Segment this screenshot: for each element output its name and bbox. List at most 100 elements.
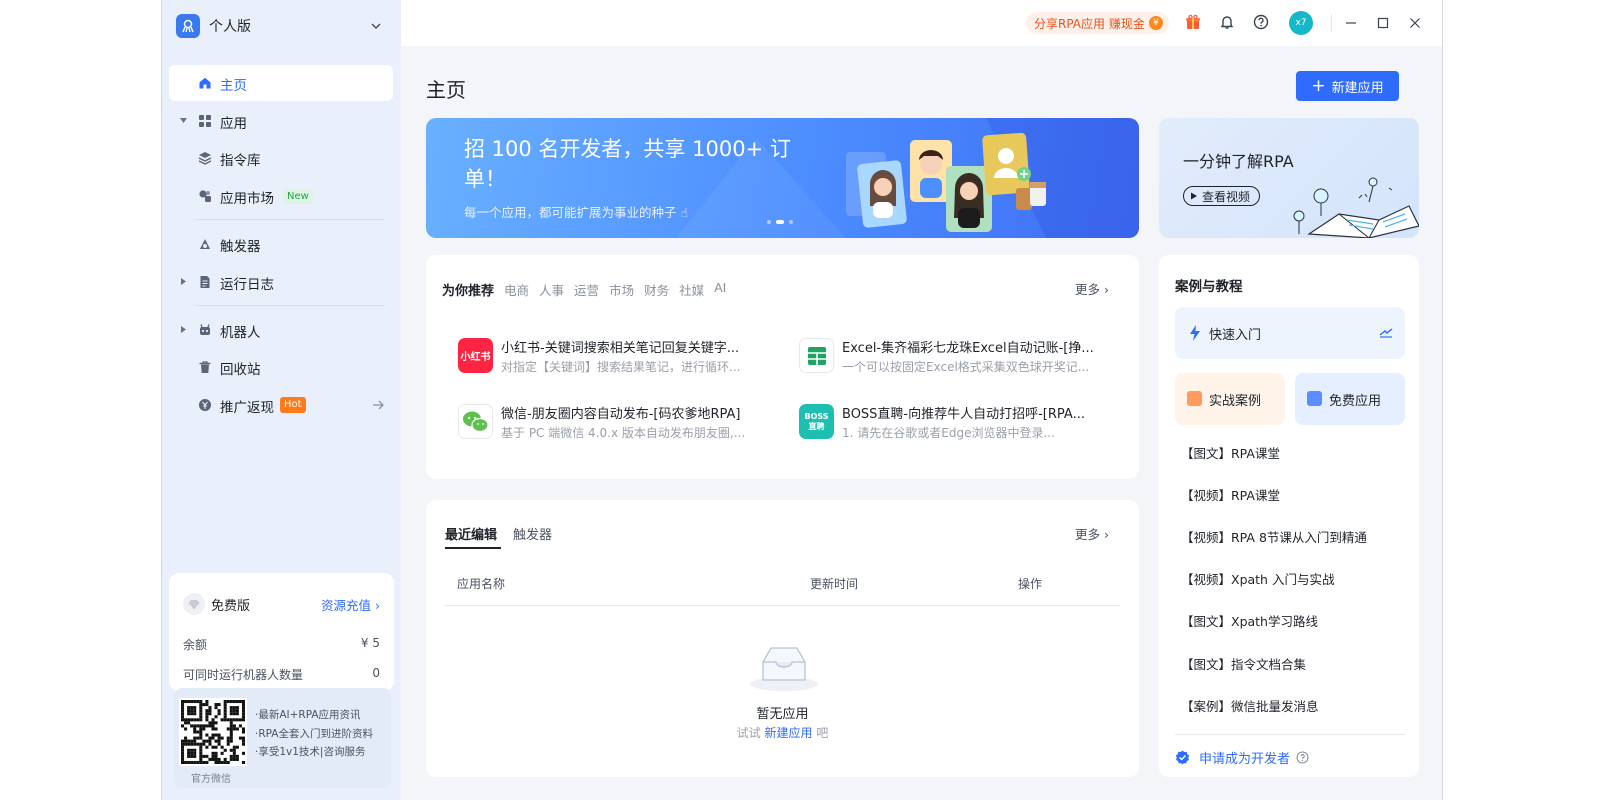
tutorial-link[interactable]: 【图文】指令文档合集 — [1181, 642, 1367, 684]
gift-icon[interactable] — [1185, 14, 1201, 30]
close-icon[interactable] — [1409, 17, 1421, 29]
qr-module — [229, 739, 233, 743]
qr-module — [241, 736, 245, 740]
recharge-link[interactable]: 资源充值 › — [321, 595, 380, 614]
tab-marketing[interactable]: 市场 — [609, 280, 634, 299]
tab-recent-edits[interactable]: 最近编辑 — [445, 524, 497, 543]
watch-video-label: 查看视频 — [1202, 189, 1251, 204]
watch-video-button[interactable]: 查看视频 — [1183, 186, 1261, 206]
tab-finance[interactable]: 财务 — [644, 280, 669, 299]
carousel-dot[interactable] — [789, 220, 793, 224]
share-label: 分享RPA应用 赚现金 — [1034, 16, 1145, 31]
qr-module — [202, 727, 206, 731]
qr-module — [208, 724, 212, 728]
qr-module — [190, 742, 194, 746]
qr-module — [187, 760, 191, 764]
app-window: 个人版 主页 应用 指令库 应用市场 New 触发器 运行日志 机器人 回收站 … — [161, 0, 1443, 800]
bell-icon[interactable] — [1219, 14, 1235, 30]
qr-benefit: ·最新AI+RPA应用资讯 — [255, 709, 361, 721]
recent-more-link[interactable]: 更多 › — [1075, 524, 1109, 543]
help-icon[interactable] — [1253, 14, 1269, 30]
qr-module — [193, 739, 197, 743]
practical-cases-button[interactable]: 实战案例 — [1175, 373, 1285, 425]
maximize-icon[interactable] — [1377, 17, 1389, 29]
sidebar-item-promo[interactable]: 推广返现 Hot — [169, 387, 393, 423]
sidebar-item-home[interactable]: 主页 — [169, 65, 393, 101]
qr-module — [214, 733, 218, 737]
qr-module — [193, 712, 197, 716]
recommend-more-link[interactable]: 更多 › — [1075, 279, 1109, 298]
tab-triggers[interactable]: 触发器 — [513, 524, 552, 543]
recommended-app-card[interactable]: 微信-朋友圈内容自动发布-[码农爹地RPA] 基于 PC 端微信 4.0.x 版… — [458, 402, 778, 442]
sidebar-item-recycle[interactable]: 回收站 — [169, 349, 393, 385]
recommended-app-card[interactable]: BOSS直聘 BOSS直聘-向推荐牛人自动打招呼-[RPA... 1. 请先在谷… — [799, 402, 1119, 442]
tutorial-link[interactable]: 【图文】Xpath学习路线 — [1181, 600, 1367, 642]
minimize-icon[interactable] — [1345, 17, 1357, 29]
apps-grid-icon — [198, 114, 212, 128]
sidebar-nav: 主页 应用 指令库 应用市场 New 触发器 运行日志 机器人 回收站 推广返现… — [169, 65, 393, 425]
sidebar-item-apps[interactable]: 应用 — [169, 103, 393, 139]
tutorial-link[interactable]: 【视频】RPA 8节课从入门到精通 — [1181, 515, 1367, 557]
carousel-dot[interactable] — [767, 220, 771, 224]
tab-ai[interactable]: AI — [714, 280, 726, 299]
rpa-intro-card[interactable]: 一分钟了解RPA 查看视频 — [1159, 118, 1419, 238]
qr-module — [232, 724, 236, 728]
create-app-link[interactable]: 新建应用 — [764, 726, 812, 740]
sidebar-item-robots[interactable]: 机器人 — [169, 312, 393, 348]
tab-for-you[interactable]: 为你推荐 — [442, 280, 494, 299]
recommended-app-card[interactable]: Excel-集齐福彩七龙珠Excel自动记账-[挣... 一个可以按固定Exce… — [799, 336, 1119, 376]
sidebar-item-label: 主页 — [220, 78, 247, 94]
qr-module — [238, 700, 242, 704]
qr-module — [235, 700, 239, 704]
qr-module — [235, 727, 239, 731]
qr-module — [217, 709, 221, 713]
quick-start-button[interactable]: 快速入门 — [1175, 307, 1405, 359]
tab-ecommerce[interactable]: 电商 — [504, 280, 529, 299]
hot-badge: Hot — [280, 397, 306, 414]
qr-module — [214, 760, 218, 764]
carousel-dots[interactable] — [767, 220, 793, 224]
apply-developer-link[interactable]: 申请成为开发者 — [1175, 748, 1309, 767]
free-apps-button[interactable]: 免费应用 — [1295, 373, 1405, 425]
qr-module — [226, 727, 230, 731]
tutorial-link[interactable]: 【视频】Xpath 入门与实战 — [1181, 558, 1367, 600]
cases-panel: 案例与教程 快速入门 实战案例 免费应用 【图文】RPA课堂 【视频】RPA课堂… — [1159, 255, 1419, 777]
tutorial-link[interactable]: 【案例】微信批量发消息 — [1181, 684, 1367, 726]
qr-module — [229, 733, 233, 737]
qr-module — [220, 751, 224, 755]
new-app-button[interactable]: + 新建应用 — [1296, 71, 1399, 101]
sidebar-item-triggers[interactable]: 触发器 — [169, 226, 393, 262]
caret-right-icon[interactable] — [179, 277, 188, 286]
question-icon[interactable] — [1296, 751, 1309, 764]
tab-hr[interactable]: 人事 — [539, 280, 564, 299]
sidebar-item-label: 应用市场 — [220, 191, 274, 208]
new-badge: New — [283, 189, 313, 205]
column-header-name: 应用名称 — [457, 577, 506, 591]
qr-module — [232, 757, 236, 761]
sidebar-item-market[interactable]: 应用市场 New — [169, 178, 393, 214]
tab-social[interactable]: 社媒 — [679, 280, 704, 299]
avatar[interactable]: x7 — [1289, 11, 1313, 35]
sidebar-item-commands[interactable]: 指令库 — [169, 140, 393, 176]
qr-module — [223, 709, 227, 713]
edition-switcher[interactable]: 个人版 — [176, 12, 388, 40]
recommended-app-card[interactable]: 小红书 小红书-关键词搜索相关笔记回复关键字... 对指定【关键词】搜索结果笔记… — [458, 336, 778, 376]
qr-module — [199, 709, 203, 713]
share-earn-button[interactable]: 分享RPA应用 赚现金 ¥ — [1026, 12, 1169, 34]
qr-module — [199, 736, 203, 740]
carousel-dot-active[interactable] — [776, 220, 784, 224]
sidebar-item-logs[interactable]: 运行日志 — [169, 264, 393, 300]
qr-module — [205, 718, 209, 722]
qr-module — [205, 715, 209, 719]
caret-right-icon[interactable] — [179, 325, 188, 334]
tab-operations[interactable]: 运营 — [574, 280, 599, 299]
qr-module — [196, 736, 200, 740]
tutorial-link[interactable]: 【图文】RPA课堂 — [1181, 431, 1367, 473]
qr-module — [190, 748, 194, 752]
qr-module — [199, 742, 203, 746]
qr-module — [214, 703, 218, 707]
tutorial-link[interactable]: 【视频】RPA课堂 — [1181, 473, 1367, 515]
promo-banner[interactable]: 招 100 名开发者，共享 1000+ 订单！ 每一个应用，都可能扩展为事业的种… — [426, 118, 1139, 238]
recommend-panel: 为你推荐 电商 人事 运营 市场 财务 社媒 AI 更多 › 小红书 小红书-关… — [426, 255, 1139, 479]
caret-down-icon[interactable] — [179, 116, 188, 125]
